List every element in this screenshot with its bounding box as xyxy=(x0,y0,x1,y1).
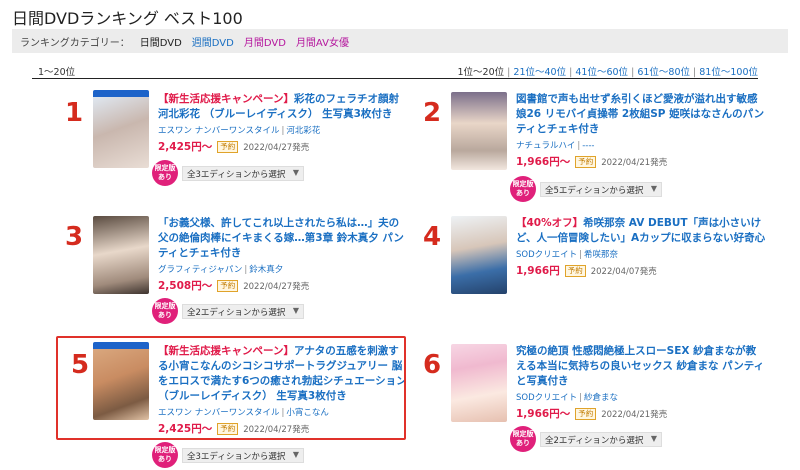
actress-link[interactable]: 鈴木真夕 xyxy=(249,265,283,275)
product-title-link[interactable]: 【40%オフ】希咲那奈 AV DEBUT「声は小さいけど、人一倍冒険したい」Aカ… xyxy=(516,216,766,246)
preorder-badge: 予約 xyxy=(575,155,597,168)
category-current: 日間DVD xyxy=(139,37,182,49)
limited-edition-badge: 限定版あり xyxy=(152,442,178,468)
maker-link[interactable]: SODクリエイト xyxy=(516,393,577,403)
rank-number: 2 xyxy=(422,98,442,128)
category-link-monthly-actress[interactable]: 月間AV女優 xyxy=(296,34,349,49)
range-sep: | xyxy=(569,67,573,78)
rank-number: 4 xyxy=(422,222,442,252)
range-sep: | xyxy=(631,67,635,78)
maker-link[interactable]: SODクリエイト xyxy=(516,250,577,260)
release-date: 2022/04/21発売 xyxy=(601,157,668,168)
price: 1,966円 xyxy=(516,265,560,277)
product-title: 図書館で声も出せず糸引くほど愛液が溢れ出す敏感娘26 リモバイ貞操帯 2枚組SP… xyxy=(516,93,765,135)
campaign-label: 【40%オフ】 xyxy=(516,217,584,229)
range-pager: 1位〜20位 | 21位〜40位 | 41位〜60位 | 61位〜80位 | 8… xyxy=(458,64,759,78)
page-title: 日間DVDランキング ベスト100 xyxy=(12,9,243,28)
product-title-link[interactable]: 「お義父様、許してこれ以上されたら私は…」夫の父の絶倫肉棒にイキまくる嫁…第3章… xyxy=(158,216,408,261)
edition-select[interactable]: 全5エディションから選択 ▼ xyxy=(540,181,662,197)
chevron-down-icon: ▼ xyxy=(292,167,299,177)
product-title-link[interactable]: 【新生活応援キャンペーン】彩花のフェラチオ顔射 河北彩花 （ブルーレイディスク）… xyxy=(158,92,408,122)
edition-select[interactable]: 全2エディションから選択 ▼ xyxy=(182,303,304,319)
range-link-41[interactable]: 41位〜60位 xyxy=(575,67,628,78)
product-title: 「お義父様、許してこれ以上されたら私は…」夫の父の絶倫肉棒にイキまくる嫁…第3章… xyxy=(158,217,404,259)
range-sep: | xyxy=(693,67,697,78)
preorder-badge: 予約 xyxy=(217,140,239,153)
price: 2,425円〜 xyxy=(158,141,213,153)
product-thumbnail[interactable] xyxy=(451,92,507,170)
chevron-down-icon: ▼ xyxy=(292,449,299,459)
range-link-81[interactable]: 81位〜100位 xyxy=(699,67,758,78)
ranking-item: 2 図書館で声も出せず糸引くほど愛液が溢れ出す敏感娘26 リモバイ貞操帯 2枚組… xyxy=(414,90,764,210)
category-link-monthly[interactable]: 月間DVD xyxy=(244,34,286,49)
product-thumbnail[interactable] xyxy=(93,216,149,294)
highlight-box xyxy=(56,336,406,440)
chevron-down-icon: ▼ xyxy=(292,305,299,315)
limited-edition-badge: 限定版あり xyxy=(510,176,536,202)
edition-select[interactable]: 全3エディションから選択 ▼ xyxy=(182,165,304,181)
product-thumbnail[interactable] xyxy=(451,344,507,422)
range-link-61[interactable]: 61位〜80位 xyxy=(637,67,690,78)
category-bar: ランキングカテゴリー： 日間DVD 週間DVD 月間DVD 月間AV女優 xyxy=(12,29,788,53)
rank-number: 3 xyxy=(64,222,84,252)
price: 1,966円〜 xyxy=(516,408,571,420)
release-date: 2022/04/21発売 xyxy=(601,409,668,420)
rank-number: 1 xyxy=(64,98,84,128)
chevron-down-icon: ▼ xyxy=(650,433,657,443)
preorder-badge: 予約 xyxy=(564,264,586,277)
range-sep: | xyxy=(507,67,511,78)
actress-link[interactable]: ---- xyxy=(582,141,594,151)
range-link-21[interactable]: 21位〜40位 xyxy=(513,67,566,78)
range-current: 1〜20位 xyxy=(38,67,76,78)
maker-link[interactable]: ナチュラルハイ xyxy=(516,141,575,151)
limited-edition-badge: 限定版あり xyxy=(510,426,536,452)
maker-link[interactable]: グラフィティジャパン xyxy=(158,265,242,275)
release-date: 2022/04/27発売 xyxy=(243,142,310,153)
product-thumbnail[interactable] xyxy=(451,216,507,294)
preorder-badge: 予約 xyxy=(217,279,239,292)
actress-link[interactable]: 河北彩花 xyxy=(286,126,320,136)
limited-edition-badge: 限定版あり xyxy=(152,298,178,324)
campaign-label: 【新生活応援キャンペーン】 xyxy=(158,93,294,105)
price: 1,966円〜 xyxy=(516,156,571,168)
range-header: 1〜20位 1位〜20位 | 21位〜40位 | 41位〜60位 | 61位〜8… xyxy=(32,64,758,79)
release-date: 2022/04/27発売 xyxy=(243,281,310,292)
product-title-link[interactable]: 図書館で声も出せず糸引くほど愛液が溢れ出す敏感娘26 リモバイ貞操帯 2枚組SP… xyxy=(516,92,766,137)
actress-link[interactable]: 希咲那奈 xyxy=(584,250,618,260)
ranking-item: 3 「お義父様、許してこれ以上されたら私は…」夫の父の絶倫肉棒にイキまくる嫁…第… xyxy=(56,214,406,334)
ranking-item: 6 究極の絶頂 性感悶絶極上スローSEX 紗倉まなが教える本当に気持ちの良いセッ… xyxy=(414,342,764,462)
maker-link[interactable]: エスワン ナンバーワンスタイル xyxy=(158,126,280,136)
product-thumbnail[interactable] xyxy=(93,90,149,168)
ranking-item: 4 【40%オフ】希咲那奈 AV DEBUT「声は小さいけど、人一倍冒険したい」… xyxy=(414,214,766,334)
category-label: ランキングカテゴリー： xyxy=(20,37,130,49)
rank-number: 6 xyxy=(422,350,442,380)
range-link-1[interactable]: 1位〜20位 xyxy=(458,67,505,78)
limited-edition-badge: 限定版あり xyxy=(152,160,178,186)
price: 2,508円〜 xyxy=(158,280,213,292)
product-title-link[interactable]: 究極の絶頂 性感悶絶極上スローSEX 紗倉まなが教える本当に気持ちの良いセックス… xyxy=(516,344,766,389)
chevron-down-icon: ▼ xyxy=(650,183,657,193)
product-title: 究極の絶頂 性感悶絶極上スローSEX 紗倉まなが教える本当に気持ちの良いセックス… xyxy=(516,345,765,387)
edition-select[interactable]: 全2エディションから選択 ▼ xyxy=(540,431,662,447)
release-date: 2022/04/07発売 xyxy=(590,266,657,277)
ranking-item: 1 【新生活応援キャンペーン】彩花のフェラチオ顔射 河北彩花 （ブルーレイディス… xyxy=(56,90,406,210)
edition-select[interactable]: 全3エディションから選択 ▼ xyxy=(182,447,304,463)
actress-link[interactable]: 紗倉まな xyxy=(584,393,618,403)
category-link-weekly[interactable]: 週間DVD xyxy=(192,34,234,49)
preorder-badge: 予約 xyxy=(575,407,597,420)
